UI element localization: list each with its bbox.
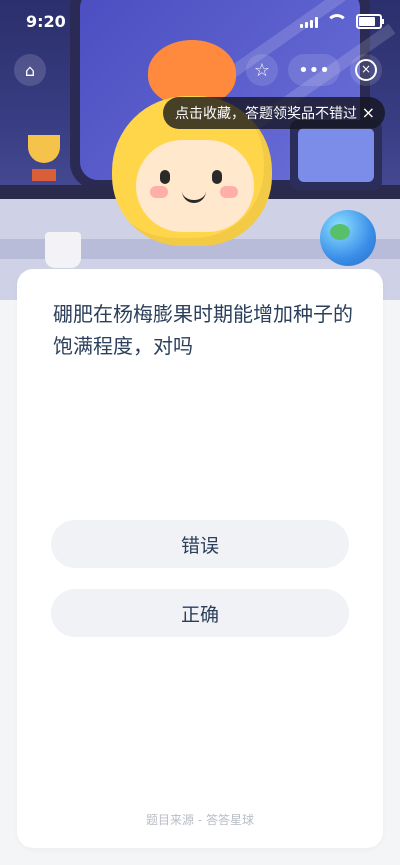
wifi-icon — [326, 14, 348, 29]
home-button[interactable]: ⌂ — [14, 54, 46, 86]
question-card: 硼肥在杨梅膨果时期能增加种子的饱满程度，对吗 错误 正确 题目来源 - 答答星球 — [17, 269, 383, 848]
home-icon: ⌂ — [24, 60, 36, 80]
character-cheek — [220, 186, 238, 198]
monitor-illustration — [290, 120, 382, 190]
more-icon: ••• — [298, 59, 330, 81]
trophy-icon — [22, 135, 66, 189]
cup-icon — [45, 232, 81, 268]
answer-label: 错误 — [180, 534, 219, 557]
top-actions: ☆ ••• × — [246, 54, 382, 86]
answer-label: 正确 — [180, 603, 219, 626]
favorite-tooltip: 点击收藏，答题领奖品不错过 × — [163, 97, 385, 129]
question-source: 题目来源 - 答答星球 — [146, 813, 254, 827]
character-eye — [212, 170, 222, 184]
answer-right-button[interactable]: 正确 — [51, 589, 349, 637]
star-icon: ☆ — [253, 59, 271, 81]
status-bar: 9:20 — [0, 0, 400, 44]
status-time: 9:20 — [26, 12, 66, 31]
favorite-button[interactable]: ☆ — [246, 54, 278, 86]
character-cheek — [150, 186, 168, 198]
tooltip-text: 点击收藏，答题领奖品不错过 — [175, 106, 357, 122]
tooltip-close-icon[interactable]: × — [362, 103, 375, 122]
answer-wrong-button[interactable]: 错误 — [51, 520, 349, 568]
more-button[interactable]: ••• — [288, 54, 340, 86]
battery-icon — [356, 14, 384, 29]
question-text: 硼肥在杨梅膨果时期能增加种子的饱满程度，对吗 — [53, 302, 353, 358]
character-eye — [160, 170, 170, 184]
signal-icon — [300, 16, 318, 28]
close-button[interactable]: × — [350, 54, 382, 86]
hero-illustration — [0, 0, 400, 300]
earth-globe-icon — [320, 210, 376, 266]
status-icons — [300, 14, 384, 29]
close-circle-icon: × — [355, 59, 377, 81]
